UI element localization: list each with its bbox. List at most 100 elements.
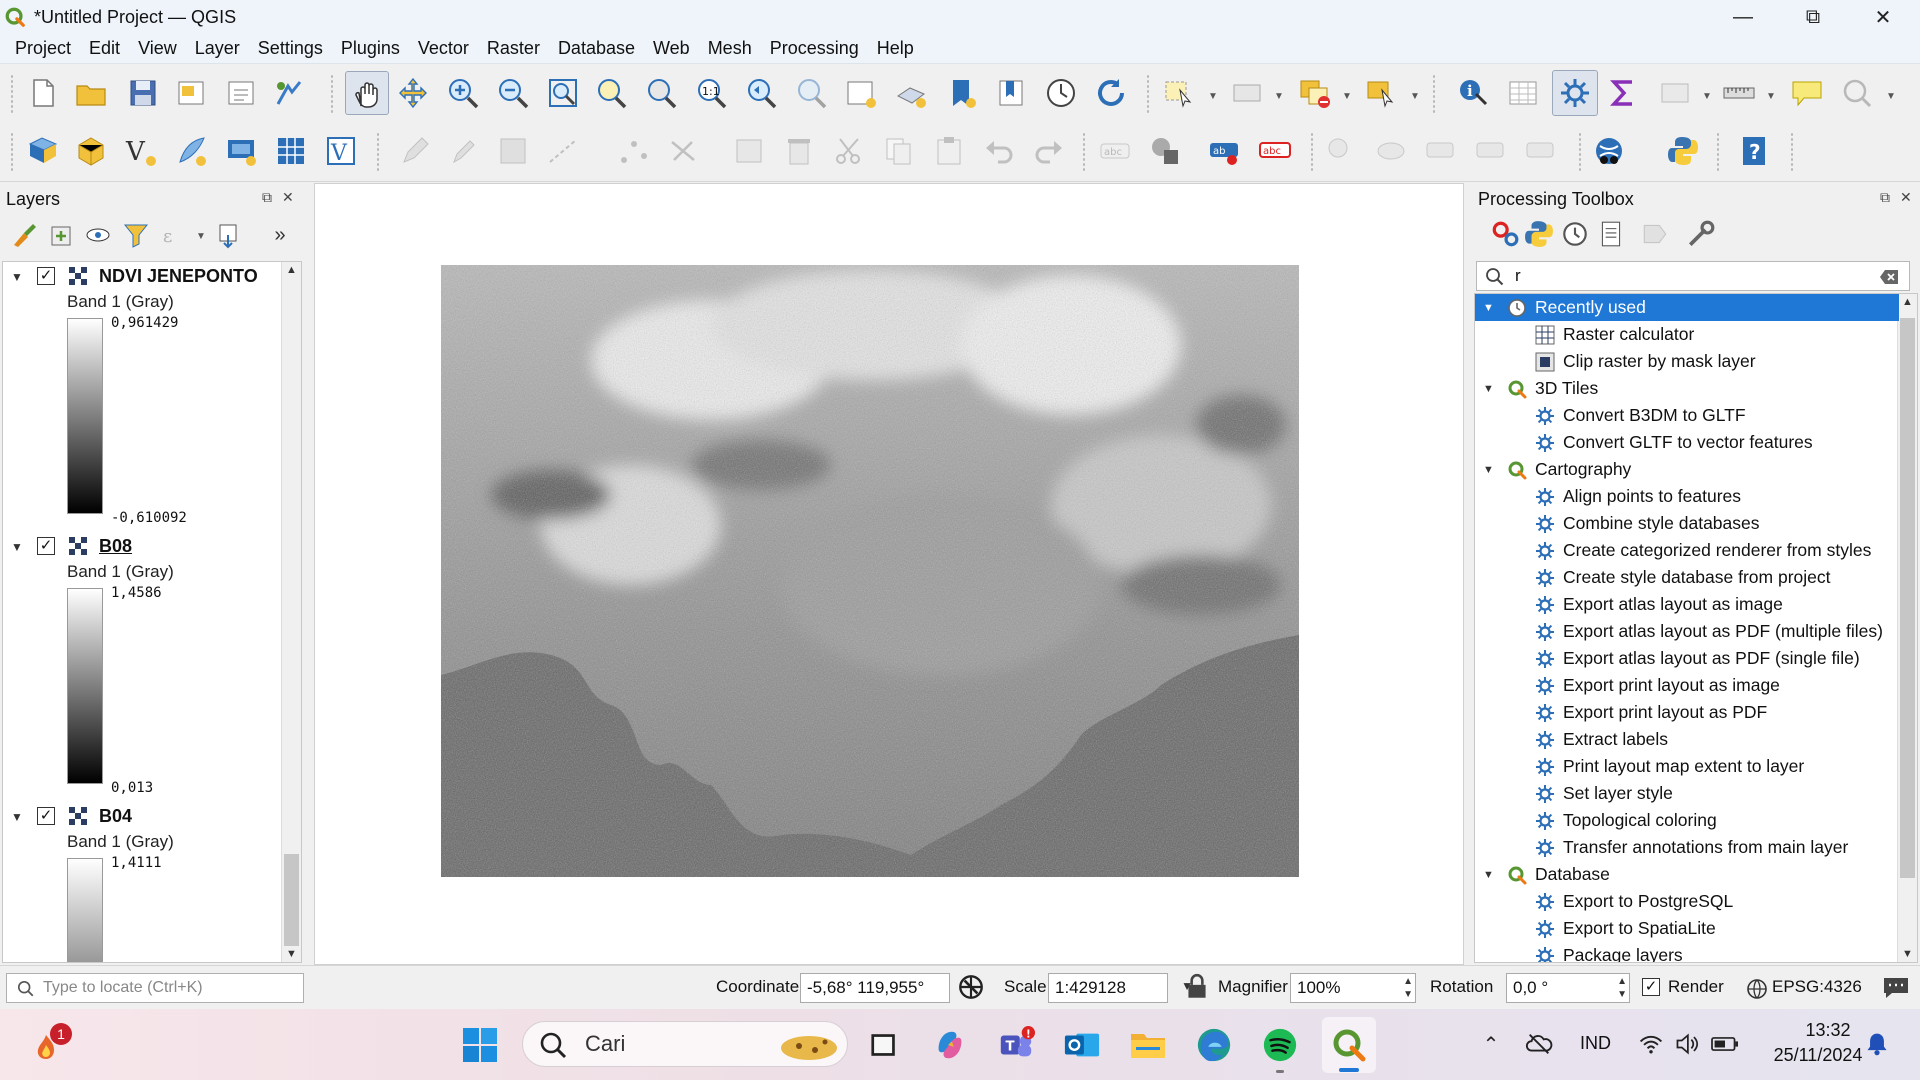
dropdown-arrow[interactable]: ▼ — [1274, 91, 1284, 102]
file-explorer-icon[interactable] — [1126, 1023, 1170, 1067]
dropdown-arrow[interactable]: ▼ — [1766, 91, 1776, 102]
close-panel-icon[interactable]: ✕ — [282, 189, 294, 206]
filter-legend-icon[interactable] — [122, 221, 150, 249]
menu-database[interactable]: Database — [558, 38, 635, 59]
layer-name[interactable]: NDVI JENEPONTO — [99, 266, 258, 287]
scroll-down-icon[interactable]: ▼ — [1902, 948, 1913, 960]
toolbox-search-input[interactable]: r — [1476, 261, 1910, 291]
layer-name[interactable]: B04 — [99, 806, 132, 827]
algorithm-item[interactable]: Export atlas layout as PDF (single file) — [1475, 645, 1899, 672]
algorithm-item[interactable]: Export print layout as PDF — [1475, 699, 1899, 726]
qgis-taskbar-icon[interactable] — [1322, 1017, 1376, 1073]
algorithm-item[interactable]: Package layers — [1475, 942, 1899, 962]
edit-attributes-icon[interactable] — [730, 132, 768, 170]
toolbox-group-recently-used[interactable]: ▼ Recently used — [1475, 294, 1899, 321]
layer-diagram-icon[interactable] — [1146, 132, 1184, 170]
algorithm-item[interactable]: Clip raster by mask layer — [1475, 348, 1899, 375]
show-unplaced-labels-icon[interactable]: abc — [1256, 132, 1294, 170]
python-console-icon[interactable] — [1664, 132, 1702, 170]
algorithm-item[interactable]: Set layer style — [1475, 780, 1899, 807]
wifi-icon[interactable] — [1636, 1029, 1666, 1059]
extents-toggle-icon[interactable] — [956, 972, 986, 1002]
algorithm-item[interactable]: Export atlas layout as image — [1475, 591, 1899, 618]
digitize-line-icon[interactable] — [544, 132, 582, 170]
rotate-label-icon[interactable] — [1472, 132, 1510, 170]
toolbox-scrollbar[interactable]: ▲ ▼ — [1897, 294, 1917, 962]
models-icon[interactable] — [1490, 219, 1520, 249]
menu-settings[interactable]: Settings — [258, 38, 323, 59]
results-viewer-icon[interactable] — [1596, 219, 1626, 249]
scroll-down-icon[interactable]: ▼ — [286, 948, 297, 960]
minimize-button[interactable]: — — [1712, 0, 1774, 34]
redo-icon[interactable] — [1030, 132, 1068, 170]
layer-visibility-checkbox[interactable]: ✓ — [37, 537, 55, 555]
map-tips-icon[interactable] — [1788, 74, 1826, 112]
render-checkbox[interactable]: ✓ — [1642, 978, 1660, 996]
spin-buttons-icon[interactable]: ▲ ▼ — [1403, 975, 1413, 1001]
new-3d-map-view-icon[interactable] — [892, 74, 930, 112]
deselect-features-icon[interactable] — [1296, 74, 1334, 112]
current-edits-icon[interactable] — [444, 132, 482, 170]
menu-project[interactable]: Project — [15, 38, 71, 59]
menu-edit[interactable]: Edit — [89, 38, 120, 59]
algorithm-item[interactable]: Export print layout as image — [1475, 672, 1899, 699]
close-button[interactable]: ✕ — [1852, 0, 1914, 34]
float-panel-icon[interactable]: ⧉ — [262, 189, 272, 206]
field-calculator-icon[interactable] — [1656, 74, 1694, 112]
map-canvas[interactable] — [314, 183, 1464, 965]
vertex-tool-icon[interactable] — [614, 132, 652, 170]
locate-icon[interactable] — [1838, 74, 1876, 112]
zoom-native-resolution-icon[interactable]: 1:1 — [692, 74, 730, 112]
modify-attributes-icon[interactable] — [664, 132, 702, 170]
manage-visibility-icon[interactable] — [84, 221, 112, 249]
temporal-controller-icon[interactable] — [1042, 74, 1080, 112]
more-tools-icon[interactable]: » — [266, 221, 294, 249]
restore-button[interactable]: ⧉ — [1782, 0, 1844, 34]
battery-icon[interactable] — [1708, 1029, 1742, 1059]
toolbox-group-cartography[interactable]: ▼ Cartography — [1475, 456, 1899, 483]
notifications-bell-icon[interactable] — [1862, 1029, 1892, 1059]
layers-scrollbar[interactable]: ▲ ▼ — [281, 262, 301, 962]
algorithm-item[interactable]: Topological coloring — [1475, 807, 1899, 834]
add-group-icon[interactable] — [48, 221, 76, 249]
expand-arrow-icon[interactable]: ▼ — [11, 540, 23, 554]
close-panel-icon[interactable]: ✕ — [1900, 189, 1912, 206]
clock-date[interactable]: 25/11/2024 — [1758, 1045, 1878, 1066]
spotify-icon[interactable] — [1258, 1023, 1302, 1073]
scale-field[interactable]: 1:429128 ▼ — [1048, 973, 1193, 1003]
layer-name[interactable]: B08 — [99, 536, 132, 557]
move-label-icon[interactable] — [1422, 132, 1460, 170]
style-panel-icon[interactable] — [10, 221, 38, 249]
add-wms-layer-icon[interactable] — [222, 132, 260, 170]
algorithm-item[interactable]: Combine style databases — [1475, 510, 1899, 537]
messages-icon[interactable] — [1882, 976, 1910, 1000]
select-by-location-icon[interactable] — [1362, 74, 1400, 112]
menu-web[interactable]: Web — [653, 38, 690, 59]
zoom-to-selection-icon[interactable] — [592, 74, 630, 112]
dropdown-arrow[interactable]: ▼ — [196, 231, 206, 242]
magnifier-field[interactable]: 100% ▲ ▼ — [1290, 973, 1416, 1003]
show-hidden-icons-icon[interactable]: ⌃ — [1478, 1031, 1504, 1057]
expand-arrow-icon[interactable]: ▼ — [11, 810, 23, 824]
scroll-up-icon[interactable]: ▲ — [286, 264, 297, 276]
menu-raster[interactable]: Raster — [487, 38, 540, 59]
layer-visibility-checkbox[interactable]: ✓ — [37, 267, 55, 285]
algorithm-item[interactable]: Transfer annotations from main layer — [1475, 834, 1899, 861]
lock-scale-icon[interactable] — [1182, 972, 1212, 1002]
open-project-icon[interactable] — [72, 74, 110, 112]
processing-options-icon[interactable] — [1686, 219, 1716, 249]
identify-features-icon[interactable]: i — [1454, 74, 1492, 112]
windows-start-icon[interactable] — [460, 1025, 500, 1065]
pan-map-icon[interactable] — [345, 71, 389, 115]
dropdown-arrow[interactable]: ▼ — [1702, 91, 1712, 102]
zoom-to-layer-icon[interactable] — [642, 74, 680, 112]
history-icon[interactable] — [1560, 219, 1590, 249]
statistical-summary-icon[interactable] — [1604, 74, 1642, 112]
algorithm-item[interactable]: Export atlas layout as PDF (multiple fil… — [1475, 618, 1899, 645]
edit-features-in-place-icon[interactable] — [1640, 219, 1670, 249]
measure-line-icon[interactable] — [1720, 74, 1758, 112]
spin-buttons-icon[interactable]: ▲ ▼ — [1617, 975, 1627, 1001]
filter-by-expression-icon[interactable]: ε — [160, 221, 188, 249]
menu-plugins[interactable]: Plugins — [341, 38, 400, 59]
quickmapservices-icon[interactable] — [1590, 132, 1628, 170]
